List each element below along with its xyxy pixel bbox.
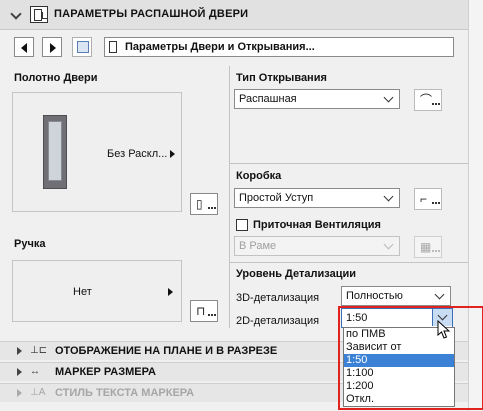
- panel-title: ПАРАМЕТРЫ РАСПАШНОЙ ДВЕРИ: [54, 8, 249, 20]
- divider-frame: [229, 262, 468, 263]
- previous-page-button[interactable]: [14, 37, 34, 57]
- page-selector[interactable]: Параметры Двери и Открывания...: [104, 37, 454, 57]
- next-page-button[interactable]: [42, 37, 62, 57]
- expand-arrow-icon[interactable]: [17, 347, 22, 355]
- handle-preview[interactable]: [12, 260, 182, 322]
- chevron-down-icon: [383, 191, 394, 202]
- swing-icon: ⌒: [420, 93, 433, 107]
- plan-section-icon: ⊥⊏: [30, 345, 48, 356]
- handle-value: Нет: [73, 286, 92, 298]
- highlight-frame: [338, 306, 483, 410]
- frame-profile-icon: ⌐: [420, 192, 428, 206]
- detail-level-label: Уровень Детализации: [236, 268, 356, 280]
- ventilation-dropdown[interactable]: В Раме: [234, 236, 400, 256]
- frame-dropdown[interactable]: Простой Уступ: [234, 188, 400, 208]
- text-style-icon: ⊥A: [30, 387, 46, 398]
- handle-settings-button[interactable]: ⊓: [190, 300, 218, 322]
- column-divider: [229, 66, 230, 328]
- section-label: МАРКЕР РАЗМЕРА: [55, 366, 156, 378]
- arrow-right-icon: [50, 43, 56, 53]
- door-settings-icon: [30, 6, 48, 23]
- page-selector-value: Параметры Двери и Открывания...: [125, 41, 315, 53]
- chevron-down-icon: [383, 92, 394, 103]
- section-label: СТИЛЬ ТЕКСТА МАРКЕРА: [55, 387, 195, 399]
- vent-grille-icon: ▦: [420, 240, 432, 254]
- chevron-down-icon: [383, 239, 394, 250]
- detail-3d-dropdown[interactable]: Полностью: [341, 286, 451, 306]
- more-icon: [432, 103, 440, 105]
- mouse-cursor-icon: [437, 320, 451, 339]
- door-leaf-settings-button[interactable]: ▯: [190, 193, 218, 215]
- door-leaf-label: Полотно Двери: [14, 72, 98, 84]
- expand-arrow-icon[interactable]: [17, 368, 22, 376]
- submenu-arrow-icon[interactable]: [170, 150, 175, 158]
- favorites-button[interactable]: [72, 37, 92, 57]
- frame-label: Коробка: [236, 170, 282, 182]
- frame-value: Простой Уступ: [239, 192, 314, 204]
- submenu-arrow-icon[interactable]: [168, 288, 173, 296]
- page-icon: [109, 41, 117, 53]
- opening-type-label: Тип Открывания: [236, 72, 327, 84]
- opening-settings-button[interactable]: ⌒: [414, 89, 442, 111]
- dimension-marker-icon: ↔: [30, 366, 40, 377]
- collapse-chevron-icon[interactable]: [10, 8, 22, 20]
- door-handle-icon: ▯: [196, 197, 203, 211]
- more-icon: [432, 202, 440, 204]
- detail-3d-value: Полностью: [346, 290, 403, 302]
- expand-arrow-icon[interactable]: [17, 389, 22, 397]
- ventilation-settings-button[interactable]: ▦: [414, 236, 442, 258]
- ventilation-checkbox[interactable]: [236, 219, 248, 231]
- ventilation-label: Приточная Вентиляция: [253, 219, 381, 231]
- door-leaf-value: Без Раскл...: [107, 148, 168, 160]
- door-glass: [48, 121, 62, 181]
- handle-icon: ⊓: [196, 304, 206, 318]
- divider-opening: [229, 163, 468, 164]
- arrow-left-icon: [21, 43, 27, 53]
- settings-star-icon: [77, 41, 89, 53]
- detail-3d-label: 3D-детализация: [236, 292, 320, 304]
- frame-settings-button[interactable]: ⌐: [414, 188, 442, 210]
- panel-header[interactable]: ПАРАМЕТРЫ РАСПАШНОЙ ДВЕРИ: [0, 0, 468, 30]
- more-icon: [208, 207, 216, 209]
- ventilation-value: В Раме: [239, 240, 277, 252]
- more-icon: [208, 314, 216, 316]
- opening-type-dropdown[interactable]: Распашная: [234, 89, 400, 109]
- opening-type-value: Распашная: [239, 93, 297, 105]
- detail-2d-label: 2D-детализация: [236, 315, 320, 327]
- handle-label: Ручка: [14, 238, 46, 250]
- chevron-down-icon: [434, 289, 445, 300]
- section-label: ОТОБРАЖЕНИЕ НА ПЛАНЕ И В РАЗРЕЗЕ: [55, 345, 278, 357]
- more-icon: [432, 250, 440, 252]
